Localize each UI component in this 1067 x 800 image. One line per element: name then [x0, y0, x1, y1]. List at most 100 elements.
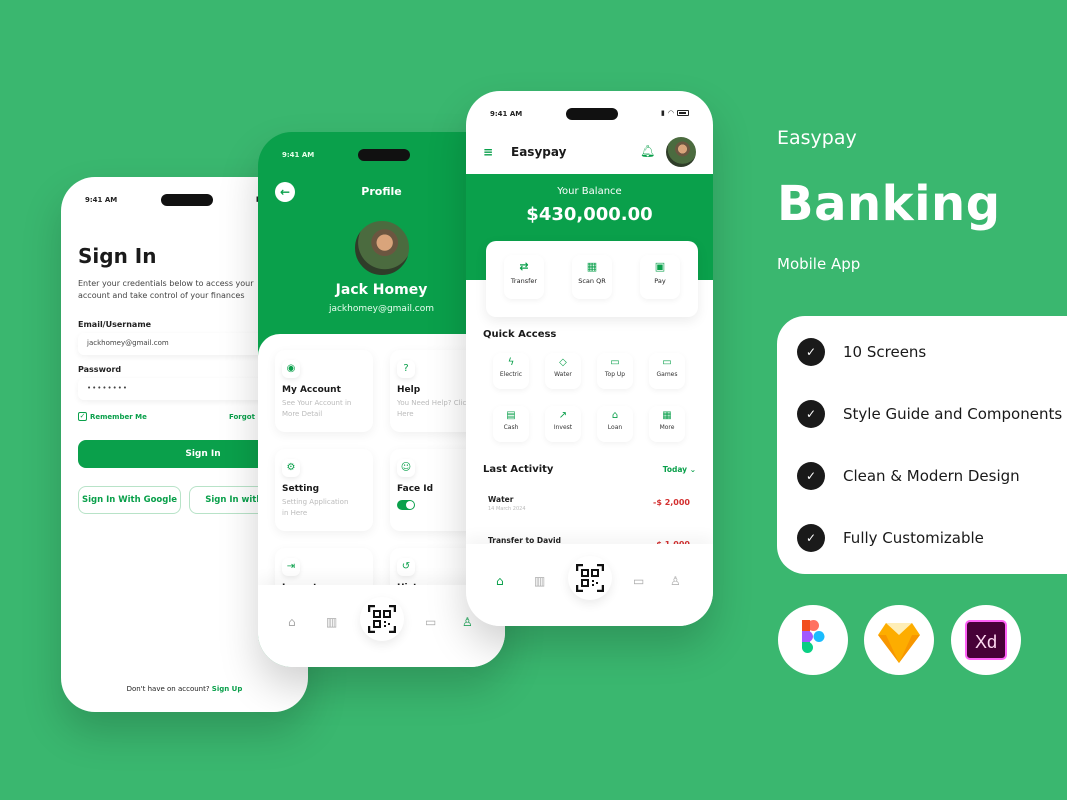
qr-icon [368, 605, 396, 633]
xd-badge: Xd [951, 605, 1021, 675]
gear-icon: ⚙ [282, 459, 300, 477]
cash-icon: ▤ [506, 410, 516, 421]
history-icon: ↺ [397, 558, 415, 576]
pay-button[interactable]: ▣ Pay [640, 255, 680, 299]
quick-access-invest[interactable]: ↗ Invest [545, 406, 581, 442]
feature-item: ✓ 10 Screens [797, 338, 926, 366]
grid-icon: ▦ [662, 410, 672, 421]
features-card: ✓ 10 Screens ✓ Style Guide and Components … [777, 316, 1067, 574]
setting-card[interactable]: ⚙ Setting Setting Application in Here [275, 449, 373, 531]
balance-value: $430,000.00 [526, 204, 653, 225]
card-title: Setting [282, 484, 320, 494]
signin-title: Sign In [78, 244, 157, 268]
last-activity-title: Last Activity [483, 464, 554, 475]
sketch-badge [864, 605, 934, 675]
remember-me-label: Remember Me [90, 412, 147, 421]
loan-icon: ⌂ [611, 410, 619, 421]
home-screen: 9:41 AM ▮ ◠ ≡ Easypay 🔔︎ Your Balance $43… [466, 91, 713, 626]
home-icon[interactable]: ⌂ [288, 615, 296, 629]
balance-label: Your Balance [557, 186, 622, 197]
action-label: Pay [654, 277, 666, 285]
user-icon[interactable]: ♙ [462, 615, 473, 629]
chevron-down-icon: ⌄ [689, 465, 696, 474]
avatar[interactable] [666, 137, 696, 167]
quick-access-cash[interactable]: ▤ Cash [493, 406, 529, 442]
menu-button[interactable]: ≡ [483, 145, 493, 159]
card-desc: Setting Application [282, 498, 349, 506]
user-circle-icon: ◉ [282, 360, 300, 378]
card-icon[interactable]: ▭ [633, 574, 644, 588]
check-icon: ✓ [797, 338, 825, 366]
activity-amount: -$ 2,000 [653, 498, 690, 507]
card-desc: More Detail [282, 410, 323, 418]
check-icon: ✓ [797, 462, 825, 490]
headline: Banking [777, 176, 1001, 232]
my-account-card[interactable]: ◉ My Account See Your Account in More De… [275, 350, 373, 432]
quick-access-water[interactable]: ◇ Water [545, 353, 581, 389]
date-filter-dropdown[interactable]: Today ⌄ [663, 465, 696, 474]
feature-text: Style Guide and Components [843, 405, 1063, 423]
card-title: My Account [282, 385, 341, 395]
scan-qr-button[interactable]: ▦ Scan QR [572, 255, 612, 299]
qr-scan-button[interactable] [360, 597, 404, 641]
logout-icon: ⇥ [282, 558, 300, 576]
signup-link[interactable]: Sign Up [212, 685, 243, 693]
wifi-icon: ◠ [667, 109, 674, 117]
app-title: Easypay [511, 145, 567, 159]
signup-prompt: Don't have on account? Sign Up [61, 685, 308, 693]
google-signin-button[interactable]: Sign In With Google [78, 486, 181, 514]
face-id-icon: ☺ [397, 459, 415, 477]
quick-access-label: Games [656, 371, 678, 378]
dynamic-island [358, 149, 410, 161]
dynamic-island [566, 108, 618, 120]
quick-access-games[interactable]: ▭ Games [649, 353, 685, 389]
sketch-icon [878, 623, 920, 663]
quick-access-label: Cash [503, 424, 519, 431]
chart-icon[interactable]: ▥ [326, 615, 337, 629]
quick-access-label: Loan [607, 424, 623, 431]
quick-access-electric[interactable]: ϟ Electric [493, 353, 529, 389]
qr-icon [576, 564, 604, 592]
home-icon[interactable]: ⌂ [496, 574, 504, 588]
no-account-text: Don't have on account? [126, 685, 210, 693]
quick-access-loan[interactable]: ⌂ Loan [597, 406, 633, 442]
feature-text: Fully Customizable [843, 529, 984, 547]
quick-access-label: Electric [499, 371, 523, 378]
face-id-toggle[interactable] [397, 500, 415, 510]
email-label: Email/Username [78, 320, 152, 329]
figma-icon [802, 620, 825, 653]
quick-access-label: More [659, 424, 675, 431]
quick-access-more[interactable]: ▦ More [649, 406, 685, 442]
action-label: Scan QR [578, 277, 606, 285]
quick-access-top-up[interactable]: ▭ Top Up [597, 353, 633, 389]
qr-scan-button[interactable] [568, 556, 612, 600]
signal-icon: ▮ [661, 109, 665, 117]
card-icon[interactable]: ▭ [425, 615, 436, 629]
check-icon: ✓ [78, 412, 87, 421]
user-icon[interactable]: ♙ [670, 574, 681, 588]
water-drop-icon: ◇ [559, 357, 567, 368]
transfer-button[interactable]: ⇄ Transfer [504, 255, 544, 299]
brand-name: Easypay [777, 127, 857, 149]
feature-item: ✓ Style Guide and Components [797, 400, 1062, 428]
action-label: Transfer [510, 277, 538, 285]
figma-badge [778, 605, 848, 675]
transfer-icon: ⇄ [519, 260, 529, 273]
check-icon: ✓ [797, 524, 825, 552]
notification-button[interactable]: 🔔︎ [640, 144, 655, 158]
remember-me-checkbox[interactable]: ✓ Remember Me [78, 412, 147, 421]
bottom-nav: ⌂ ▥ ▭ ♙ [466, 544, 713, 626]
avatar [353, 219, 411, 277]
help-icon: ? [397, 360, 415, 378]
card-plus-icon: ▭ [610, 357, 620, 368]
wallet-icon: ▣ [654, 260, 666, 273]
activity-row[interactable]: Water 14 March 2024 -$ 2,000 [488, 495, 692, 512]
xd-label: Xd [975, 632, 997, 652]
xd-icon: Xd [965, 620, 1007, 660]
status-time: 9:41 AM [85, 196, 118, 204]
quick-access-label: Water [554, 371, 572, 378]
status-icons: ▮◠ [661, 109, 689, 117]
battery-icon [677, 110, 689, 116]
quick-access-label: Top Up [604, 371, 626, 378]
chart-icon[interactable]: ▥ [534, 574, 545, 588]
